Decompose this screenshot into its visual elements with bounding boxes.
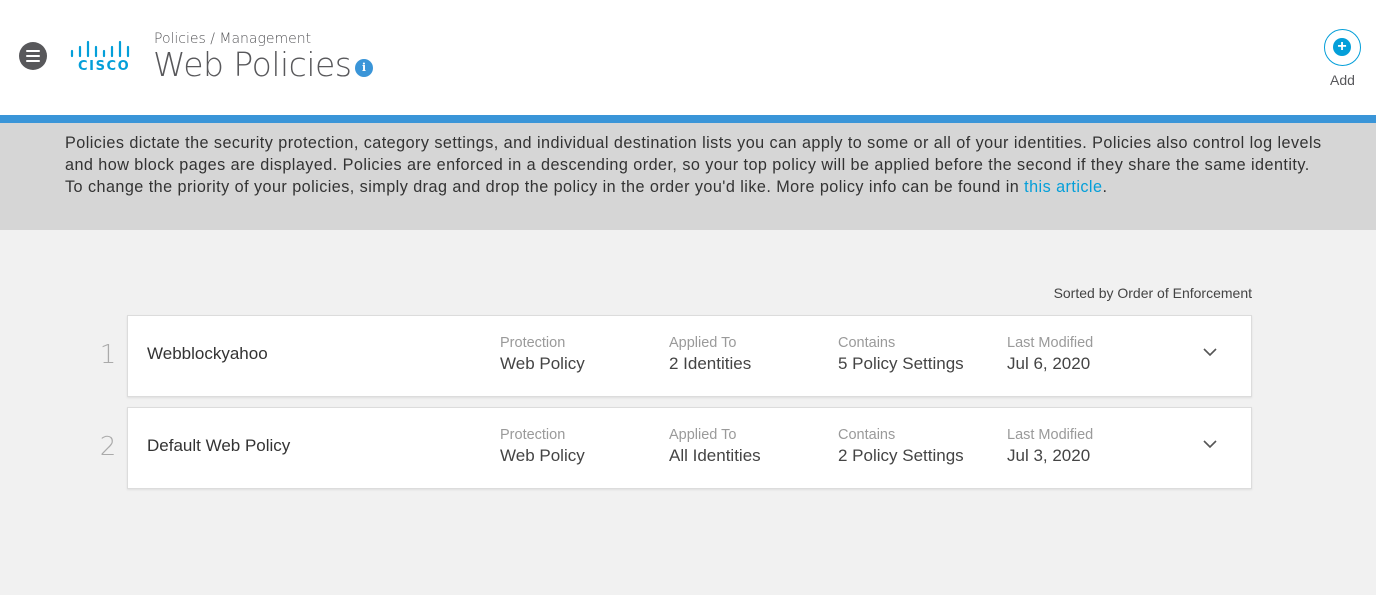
sort-label: Sorted by Order of Enforcement	[1053, 285, 1252, 301]
policy-order-number: 2	[99, 432, 117, 462]
header-accent-bar	[0, 115, 1376, 123]
applied-to-value: All Identities	[669, 446, 761, 465]
last-modified-column: Last Modified Jul 3, 2020	[1007, 427, 1093, 466]
contains-label: Contains	[838, 427, 896, 443]
info-banner-text: Policies dictate the security protection…	[65, 132, 1325, 198]
policy-order-number: 1	[99, 340, 117, 370]
banner-body-text: Policies dictate the security protection…	[65, 134, 1322, 196]
banner-suffix: .	[1102, 178, 1108, 196]
add-policy-button[interactable]: +	[1324, 29, 1361, 66]
page-header: CISCO Policies / Management Web Policies…	[0, 0, 1376, 115]
last-modified-label: Last Modified	[1007, 335, 1094, 351]
last-modified-value: Jul 3, 2020	[1007, 446, 1091, 465]
contains-label: Contains	[838, 335, 896, 351]
protection-value: Web Policy	[500, 354, 585, 373]
hamburger-menu-icon[interactable]	[19, 42, 47, 70]
chevron-down-icon[interactable]	[1202, 344, 1218, 360]
info-icon[interactable]: i	[355, 59, 373, 77]
plus-icon: +	[1333, 38, 1351, 56]
policy-name: Webblockyahoo	[147, 344, 268, 363]
contains-value: 2 Policy Settings	[838, 446, 964, 465]
add-label[interactable]: Add	[1330, 72, 1355, 88]
last-modified-value: Jul 6, 2020	[1007, 354, 1091, 373]
applied-to-label: Applied To	[669, 427, 737, 443]
protection-column: Protection Web Policy	[500, 427, 585, 466]
protection-label: Protection	[500, 427, 566, 443]
contains-value: 5 Policy Settings	[838, 354, 964, 373]
cisco-logo: CISCO	[70, 40, 132, 76]
protection-value: Web Policy	[500, 446, 585, 465]
applied-to-label: Applied To	[669, 335, 737, 351]
policy-row[interactable]: Default Web Policy Protection Web Policy…	[127, 407, 1252, 489]
protection-column: Protection Web Policy	[500, 335, 585, 374]
page-title: Web Policies	[153, 45, 352, 84]
policy-name: Default Web Policy	[147, 436, 291, 455]
last-modified-label: Last Modified	[1007, 427, 1094, 443]
contains-column: Contains 5 Policy Settings	[838, 335, 964, 374]
last-modified-column: Last Modified Jul 6, 2020	[1007, 335, 1093, 374]
contains-column: Contains 2 Policy Settings	[838, 427, 964, 466]
applied-to-value: 2 Identities	[669, 354, 752, 373]
applied-to-column: Applied To 2 Identities	[669, 335, 751, 374]
protection-label: Protection	[500, 335, 566, 351]
chevron-down-icon[interactable]	[1202, 436, 1218, 452]
this-article-link[interactable]: this article	[1024, 178, 1102, 196]
info-banner: Policies dictate the security protection…	[0, 123, 1376, 230]
cisco-bridge-icon	[70, 40, 130, 58]
policy-row[interactable]: Webblockyahoo Protection Web Policy Appl…	[127, 315, 1252, 397]
applied-to-column: Applied To All Identities	[669, 427, 761, 466]
logo-wordmark: CISCO	[78, 59, 131, 74]
